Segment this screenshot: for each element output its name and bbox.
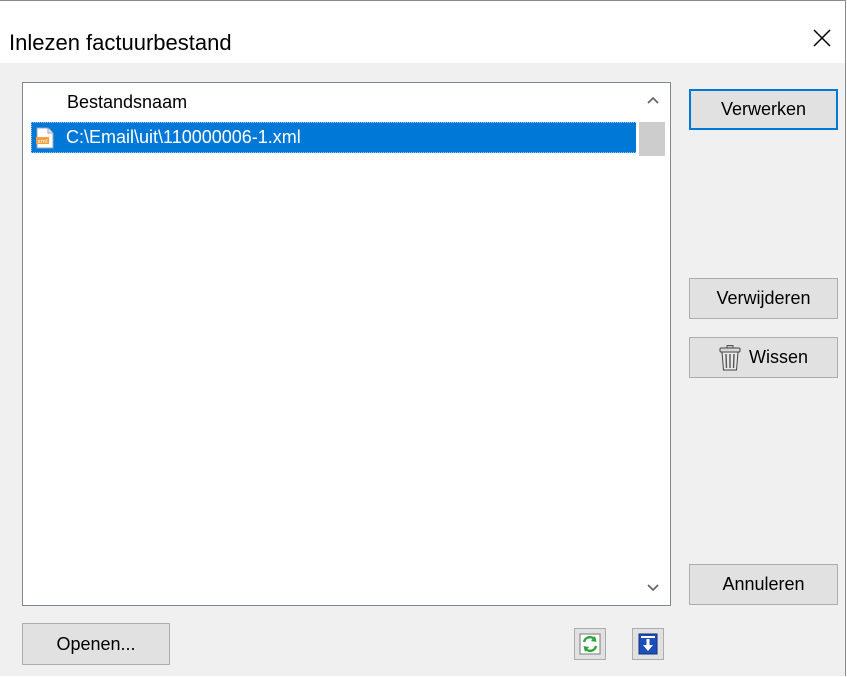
list-item-filename: C:\Email\uit\110000006-1.xml [66, 127, 301, 147]
verwijderen-button[interactable]: Verwijderen [689, 278, 838, 319]
window-title: Inlezen factuurbestand [9, 30, 232, 55]
verwerken-button[interactable]: Verwerken [689, 89, 838, 130]
wissen-label: Wissen [748, 347, 808, 367]
list-item[interactable]: xml C:\Email\uit\110000006-1.xml [31, 122, 662, 153]
file-list[interactable]: Bestandsnaam xml C:\Email\uit\110000006-… [22, 82, 671, 606]
trash-icon [719, 344, 741, 371]
dialog-window: Inlezen factuurbestand Bestandsnaam xml … [0, 0, 846, 676]
close-button[interactable] [799, 15, 845, 61]
svg-text:xml: xml [38, 138, 49, 144]
column-header-bestandsnaam[interactable]: Bestandsnaam [67, 92, 187, 113]
refresh-button[interactable] [574, 628, 606, 660]
annuleren-button[interactable]: Annuleren [689, 564, 838, 605]
openen-button[interactable]: Openen... [22, 623, 170, 665]
title-bar: Inlezen factuurbestand [0, 1, 845, 63]
vertical-scrollbar[interactable] [636, 83, 670, 605]
close-icon [813, 29, 831, 47]
scroll-thumb[interactable] [639, 122, 665, 156]
scroll-down-button[interactable] [636, 571, 670, 605]
refresh-icon [579, 633, 601, 655]
scroll-up-button[interactable] [636, 83, 670, 117]
chevron-down-icon [647, 584, 659, 592]
xml-file-icon: xml [34, 127, 56, 149]
import-button[interactable] [632, 628, 664, 660]
import-icon [638, 633, 658, 655]
wissen-button[interactable]: Wissen [689, 337, 838, 378]
chevron-up-icon [647, 96, 659, 104]
